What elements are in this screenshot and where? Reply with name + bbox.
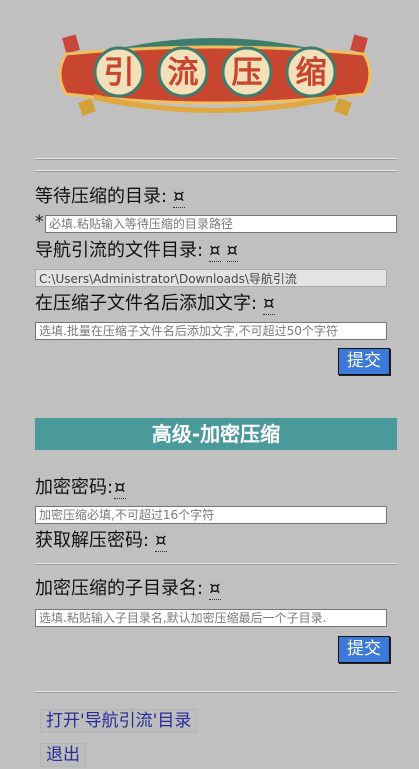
target-dir-label: 等待压缩的目录: [35, 186, 168, 207]
subdir-label-row: 加密压缩的子目录名: ¤ [35, 578, 221, 600]
divider-bottom [35, 691, 397, 693]
subdir-input[interactable] [35, 609, 387, 627]
divider-mid [35, 563, 397, 565]
target-dir-help-icon[interactable]: ¤ [173, 186, 185, 208]
nav-dir-label-row: 导航引流的文件目录: ¤ ¤ [35, 240, 238, 262]
logo-graphic: 引 流 压 缩 [58, 34, 372, 116]
nav-dir-input[interactable] [35, 269, 387, 287]
advanced-banner: 高级-加密压缩 [35, 418, 397, 450]
suffix-input[interactable] [35, 322, 387, 340]
subdir-help-icon[interactable]: ¤ [209, 578, 221, 600]
logo-char-2: 流 [168, 55, 199, 91]
suffix-help-icon[interactable]: ¤ [263, 293, 275, 315]
target-dir-input[interactable] [45, 215, 397, 233]
suffix-label: 在压缩子文件名后添加文字: [35, 293, 258, 314]
logo-char-3: 压 [232, 55, 263, 91]
get-password-help-icon[interactable]: ¤ [155, 530, 167, 552]
logo-char-1: 引 [104, 55, 135, 91]
subdir-label: 加密压缩的子目录名: [35, 578, 204, 599]
divider-top-1 [35, 158, 397, 160]
open-nav-dir-button[interactable]: 打开'导航引流'目录 [40, 709, 198, 733]
password-label: 加密密码: [35, 477, 114, 498]
suffix-label-row: 在压缩子文件名后添加文字: ¤ [35, 293, 275, 315]
submit-button-1[interactable]: 提交 [338, 348, 390, 375]
submit-button-2[interactable]: 提交 [338, 636, 390, 663]
divider-top-2 [35, 170, 397, 172]
password-help-icon[interactable]: ¤ [114, 477, 126, 499]
password-label-row: 加密密码:¤ [35, 477, 126, 499]
nav-dir-help-icon-2[interactable]: ¤ [226, 240, 238, 262]
required-marker: * [35, 212, 44, 232]
exit-button[interactable]: 退出 [40, 743, 86, 767]
nav-dir-help-icon-1[interactable]: ¤ [209, 240, 221, 262]
app-logo: 引 流 压 缩 [44, 30, 386, 122]
get-password-label-row: 获取解压密码: ¤ [35, 530, 167, 552]
get-password-label: 获取解压密码: [35, 530, 150, 551]
logo-char-4: 缩 [296, 55, 327, 91]
nav-dir-label: 导航引流的文件目录: [35, 240, 204, 261]
target-dir-label-row: 等待压缩的目录: ¤ [35, 186, 185, 208]
password-input[interactable] [35, 506, 387, 524]
